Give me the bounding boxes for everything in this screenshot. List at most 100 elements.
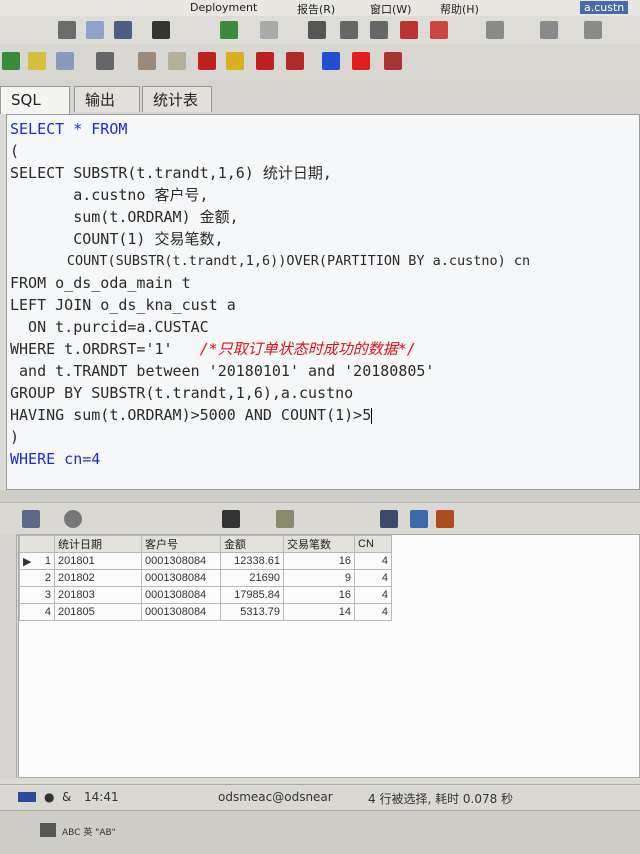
cell-date[interactable]: 201805: [54, 603, 142, 621]
menu-item-deployment[interactable]: Deployment: [190, 1, 257, 14]
result-toolbar: [0, 502, 640, 536]
step-icon[interactable]: [226, 52, 244, 70]
compile-icon[interactable]: [138, 52, 156, 70]
find-icon[interactable]: [222, 510, 240, 528]
result-grid[interactable]: 统计日期 客户号 金额 交易笔数 CN ▶ 1 201801 0001308084…: [18, 534, 640, 778]
stop-icon[interactable]: [256, 52, 274, 70]
chart-icon[interactable]: [436, 510, 454, 528]
tree-icon[interactable]: [486, 21, 504, 39]
document-icon[interactable]: [308, 21, 326, 39]
cell-amount[interactable]: 12338.61: [220, 552, 284, 570]
menu-item-report[interactable]: 报告(R): [297, 1, 335, 17]
commit-arrow-icon[interactable]: [322, 52, 340, 70]
open-file-icon[interactable]: [56, 52, 74, 70]
row-number: 3: [19, 586, 55, 604]
keyboard-icon[interactable]: [40, 823, 56, 837]
sql-line: WHERE t.ORDRST='1' /*只取订单状态时成功的数据*/: [10, 338, 416, 360]
diagram-icon[interactable]: [540, 21, 558, 39]
sql-line: HAVING sum(t.ORDRAM)>5000 AND COUNT(1)>5: [10, 404, 373, 426]
cell-count[interactable]: 9: [283, 569, 355, 587]
cell-amount[interactable]: 21690: [220, 569, 284, 587]
cell-cn[interactable]: 4: [354, 603, 392, 621]
rollback-icon[interactable]: [286, 52, 304, 70]
tab-statistics[interactable]: 统计表: [142, 86, 212, 112]
toolbar-main: [0, 16, 640, 45]
cell-amount[interactable]: 5313.79: [220, 603, 284, 621]
rollback-arrow-icon[interactable]: [352, 52, 370, 70]
table-row[interactable]: ▶ 1 201801 0001308084 12338.61 16 4: [19, 552, 392, 570]
sql-comment: /*只取订单状态时成功的数据*/: [199, 340, 416, 358]
cell-amount[interactable]: 17985.84: [220, 586, 284, 604]
cell-date[interactable]: 201803: [54, 586, 142, 604]
print-icon[interactable]: [410, 510, 428, 528]
indent-icon[interactable]: [340, 21, 358, 39]
outdent-icon[interactable]: [370, 21, 388, 39]
sql-editor[interactable]: SELECT * FROM ( SELECT SUBSTR(t.trandt,1…: [6, 114, 640, 490]
sql-line: GROUP BY SUBSTR(t.trandt,1,6),a.custno: [10, 384, 354, 402]
tab-output[interactable]: 输出: [74, 86, 140, 112]
sql-line: COUNT(1) 交易笔数,: [10, 230, 224, 248]
lock-icon[interactable]: [64, 510, 82, 528]
sql-having-clause: HAVING sum(t.ORDRAM)>5000 AND COUNT(1)>5: [10, 406, 372, 424]
execute-icon[interactable]: [198, 52, 216, 70]
cell-count[interactable]: 16: [283, 552, 355, 570]
column-header-cn[interactable]: CN: [354, 535, 392, 553]
back-icon[interactable]: [220, 21, 238, 39]
cell-custno[interactable]: 0001308084: [141, 552, 221, 570]
ampersand-icon: &: [62, 790, 72, 804]
paste-icon[interactable]: [114, 21, 132, 39]
sql-line: LEFT JOIN o_ds_kna_cust a: [10, 296, 236, 314]
cell-date[interactable]: 201802: [54, 569, 142, 587]
table-row[interactable]: 3 201803 0001308084 17985.84 16 4: [19, 586, 392, 604]
cell-cn[interactable]: 4: [354, 569, 392, 587]
explain-plan-icon[interactable]: [384, 52, 402, 70]
export-icon[interactable]: [400, 21, 418, 39]
wrench-icon[interactable]: [96, 52, 114, 70]
column-header-date[interactable]: 统计日期: [54, 535, 142, 553]
cell-date[interactable]: 201801: [54, 552, 142, 570]
status-connection[interactable]: odsmeac@odsnear: [218, 790, 333, 804]
column-header-custno[interactable]: 客户号: [141, 535, 221, 553]
grid-view-icon[interactable]: [22, 510, 40, 528]
editor-tabs: SQL 输出 统计表: [0, 80, 640, 114]
cell-custno[interactable]: 0001308084: [141, 603, 221, 621]
status-time: 14:41: [84, 790, 119, 804]
windows-icon[interactable]: [584, 21, 602, 39]
clear-icon[interactable]: [276, 510, 294, 528]
table-row[interactable]: 4 201805 0001308084 5313.79 14 4: [19, 603, 392, 621]
print-icon[interactable]: [430, 21, 448, 39]
save-icon[interactable]: [380, 510, 398, 528]
tab-sql[interactable]: SQL: [0, 86, 70, 114]
sql-line: COUNT(SUBSTR(t.trandt,1,6))OVER(PARTITIO…: [10, 253, 531, 269]
sql-line: a.custno 客户号,: [10, 186, 209, 204]
column-header-count[interactable]: 交易笔数: [283, 535, 355, 553]
taskbar: ABC 英 "AB": [0, 810, 640, 854]
copy-icon[interactable]: [86, 21, 104, 39]
sql-file-icon[interactable]: [28, 52, 46, 70]
table-row[interactable]: 2 201802 0001308084 21690 9 4: [19, 569, 392, 587]
sql-line: SELECT SUBSTR(t.trandt,1,6) 统计日期,: [10, 164, 332, 182]
cell-cn[interactable]: 4: [354, 552, 392, 570]
cell-cn[interactable]: 4: [354, 586, 392, 604]
sql-line: FROM o_ds_oda_main t: [10, 274, 191, 292]
connect-icon[interactable]: [2, 52, 20, 70]
find-icon[interactable]: [152, 21, 170, 39]
text-cursor: [371, 407, 373, 424]
toolbar-sql: [0, 44, 640, 81]
menu-item-help[interactable]: 帮助(H): [440, 1, 479, 17]
ime-indicator[interactable]: ABC 英 "AB": [62, 825, 116, 838]
cell-custno[interactable]: 0001308084: [141, 569, 221, 587]
cut-icon[interactable]: [58, 21, 76, 39]
cell-count[interactable]: 14: [283, 603, 355, 621]
sql-line: sum(t.ORDRAM) 金额,: [10, 208, 239, 226]
forward-icon[interactable]: [260, 21, 278, 39]
cell-count[interactable]: 16: [283, 586, 355, 604]
sql-where-clause: WHERE t.ORDRST='1': [10, 340, 200, 358]
lock-status-icon: ●: [44, 790, 55, 804]
column-header-amount[interactable]: 金额: [220, 535, 284, 553]
menu-item-window[interactable]: 窗口(W): [370, 1, 411, 17]
cell-custno[interactable]: 0001308084: [141, 586, 221, 604]
eraser-icon[interactable]: [168, 52, 186, 70]
status-message: 4 行被选择, 耗时 0.078 秒: [368, 792, 514, 806]
pane-splitter[interactable]: [0, 490, 640, 502]
